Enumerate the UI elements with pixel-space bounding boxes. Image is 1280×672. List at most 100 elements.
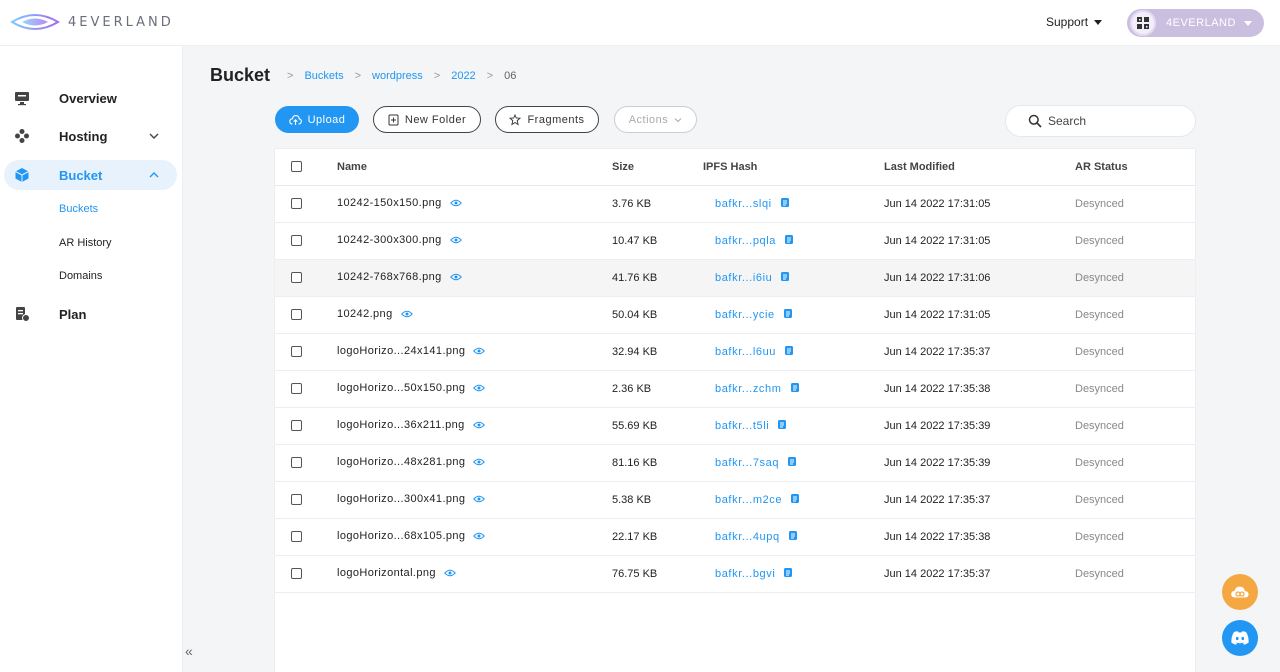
table-row[interactable]: 10242-150x150.png 3.76 KB bafkr...slqi Jun …	[275, 186, 1195, 223]
table-row[interactable]: logoHorizo...36x211.png 55.69 KB bafkr...t…	[275, 408, 1195, 445]
column-header-size[interactable]: Size	[612, 161, 634, 173]
ipfs-hash[interactable]: bafkr...pqla	[715, 235, 776, 247]
file-name-cell[interactable]: logoHorizo...50x150.png	[337, 382, 486, 394]
ipfs-hash-cell[interactable]: bafkr...pqla	[715, 234, 794, 248]
table-row[interactable]: 10242-768x768.png 41.76 KB bafkr...i6iu Jun…	[275, 260, 1195, 297]
sidebar-item-plan[interactable]: Plan	[4, 299, 177, 329]
copy-icon[interactable]	[784, 234, 794, 248]
preview-eye-icon[interactable]	[473, 384, 486, 392]
copy-icon[interactable]	[777, 419, 787, 433]
search-box[interactable]	[1005, 105, 1196, 137]
ipfs-hash[interactable]: bafkr...m2ce	[715, 494, 782, 506]
copy-icon[interactable]	[790, 382, 800, 396]
preview-eye-icon[interactable]	[473, 458, 486, 466]
sidebar-subitem-ar-history[interactable]: AR History	[59, 237, 112, 249]
ipfs-hash[interactable]: bafkr...zchm	[715, 383, 782, 395]
floating-upload-button[interactable]	[1222, 574, 1258, 610]
new-folder-button[interactable]: New Folder	[373, 106, 481, 133]
ipfs-hash-cell[interactable]: bafkr...4upq	[715, 530, 798, 544]
row-checkbox[interactable]	[291, 309, 302, 320]
brand-logo[interactable]: 4EVERLAND	[10, 10, 174, 34]
preview-eye-icon[interactable]	[473, 532, 486, 540]
ipfs-hash-cell[interactable]: bafkr...slqi	[715, 197, 790, 211]
row-checkbox[interactable]	[291, 198, 302, 209]
preview-eye-icon[interactable]	[449, 236, 462, 244]
file-name[interactable]: logoHorizo...48x281.png	[337, 456, 465, 468]
copy-icon[interactable]	[790, 493, 800, 507]
file-name-cell[interactable]: logoHorizontal.png	[337, 567, 456, 579]
breadcrumb-item-buckets[interactable]: Buckets	[304, 70, 343, 82]
discord-button[interactable]	[1222, 620, 1258, 656]
ipfs-hash[interactable]: bafkr...ycie	[715, 309, 775, 321]
row-checkbox[interactable]	[291, 457, 302, 468]
copy-icon[interactable]	[787, 456, 797, 470]
row-checkbox[interactable]	[291, 272, 302, 283]
sidebar-item-overview[interactable]: Overview	[4, 83, 177, 113]
ipfs-hash-cell[interactable]: bafkr...zchm	[715, 382, 800, 396]
support-menu[interactable]: Support	[1046, 15, 1103, 29]
table-row[interactable]: logoHorizo...300x41.png 5.38 KB bafkr...m2…	[275, 482, 1195, 519]
file-name-cell[interactable]: logoHorizo...68x105.png	[337, 530, 486, 542]
preview-eye-icon[interactable]	[472, 421, 485, 429]
actions-dropdown[interactable]: Actions	[614, 106, 697, 133]
file-name-cell[interactable]: 10242-300x300.png	[337, 234, 462, 246]
ipfs-hash[interactable]: bafkr...slqi	[715, 198, 772, 210]
ipfs-hash-cell[interactable]: bafkr...ycie	[715, 308, 793, 322]
upload-button[interactable]: Upload	[275, 106, 359, 133]
ipfs-hash[interactable]: bafkr...4upq	[715, 531, 780, 543]
search-input[interactable]	[1048, 114, 1178, 128]
table-row[interactable]: logoHorizo...68x105.png 22.17 KB bafkr...4…	[275, 519, 1195, 556]
sidebar-item-bucket[interactable]: Bucket	[4, 160, 177, 190]
ipfs-hash[interactable]: bafkr...t5li	[715, 420, 769, 432]
copy-icon[interactable]	[783, 567, 793, 581]
row-checkbox[interactable]	[291, 420, 302, 431]
file-name-cell[interactable]: 10242-150x150.png	[337, 197, 462, 209]
column-header-name[interactable]: Name	[337, 161, 367, 173]
ipfs-hash[interactable]: bafkr...bgvi	[715, 568, 775, 580]
file-name[interactable]: logoHorizontal.png	[337, 567, 436, 579]
file-name-cell[interactable]: logoHorizo...36x211.png	[337, 419, 485, 431]
sidebar-subitem-buckets[interactable]: Buckets	[59, 203, 98, 215]
column-header-last-modified[interactable]: Last Modified	[884, 161, 955, 173]
file-name-cell[interactable]: logoHorizo...300x41.png	[337, 493, 486, 505]
ipfs-hash-cell[interactable]: bafkr...bgvi	[715, 567, 793, 581]
row-checkbox[interactable]	[291, 383, 302, 394]
ipfs-hash[interactable]: bafkr...7saq	[715, 457, 779, 469]
file-name[interactable]: 10242-300x300.png	[337, 234, 442, 246]
copy-icon[interactable]	[780, 271, 790, 285]
file-name[interactable]: logoHorizo...300x41.png	[337, 493, 465, 505]
ipfs-hash-cell[interactable]: bafkr...m2ce	[715, 493, 800, 507]
copy-icon[interactable]	[784, 345, 794, 359]
user-menu[interactable]: 4EVERLAND	[1127, 9, 1264, 37]
breadcrumb-item-wordpress[interactable]: wordpress	[372, 70, 423, 82]
preview-eye-icon[interactable]	[400, 310, 413, 318]
select-all-checkbox[interactable]	[291, 161, 302, 172]
preview-eye-icon[interactable]	[473, 495, 486, 503]
table-row[interactable]: 10242.png 50.04 KB bafkr...ycie Jun 14 2022…	[275, 297, 1195, 334]
file-name-cell[interactable]: 10242-768x768.png	[337, 271, 462, 283]
row-checkbox[interactable]	[291, 346, 302, 357]
ipfs-hash-cell[interactable]: bafkr...l6uu	[715, 345, 794, 359]
file-name-cell[interactable]: logoHorizo...48x281.png	[337, 456, 486, 468]
file-name-cell[interactable]: 10242.png	[337, 308, 413, 320]
preview-eye-icon[interactable]	[444, 569, 456, 577]
row-checkbox[interactable]	[291, 568, 302, 579]
ipfs-hash-cell[interactable]: bafkr...7saq	[715, 456, 797, 470]
ipfs-hash-cell[interactable]: bafkr...i6iu	[715, 271, 790, 285]
copy-icon[interactable]	[780, 197, 790, 211]
file-name[interactable]: logoHorizo...36x211.png	[337, 419, 465, 431]
file-name[interactable]: logoHorizo...50x150.png	[337, 382, 465, 394]
preview-eye-icon[interactable]	[473, 347, 486, 355]
file-name-cell[interactable]: logoHorizo...24x141.png	[337, 345, 486, 357]
table-row[interactable]: logoHorizo...48x281.png 81.16 KB bafkr...7…	[275, 445, 1195, 482]
breadcrumb-item-2022[interactable]: 2022	[451, 70, 475, 82]
table-row[interactable]: 10242-300x300.png 10.47 KB bafkr...pqla Jun…	[275, 223, 1195, 260]
fragments-button[interactable]: Fragments	[495, 106, 599, 133]
table-row[interactable]: logoHorizo...24x141.png 32.94 KB bafkr...l…	[275, 334, 1195, 371]
copy-icon[interactable]	[783, 308, 793, 322]
file-name[interactable]: 10242-150x150.png	[337, 197, 442, 209]
file-name[interactable]: logoHorizo...24x141.png	[337, 345, 465, 357]
preview-eye-icon[interactable]	[449, 199, 462, 207]
table-row[interactable]: logoHorizo...50x150.png 2.36 KB bafkr...zc…	[275, 371, 1195, 408]
sidebar-subitem-domains[interactable]: Domains	[59, 270, 102, 282]
